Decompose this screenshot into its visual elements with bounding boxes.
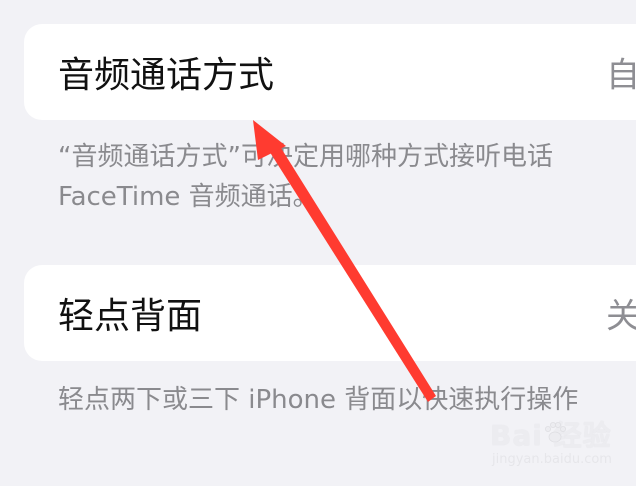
audio-call-footer-line-2: FaceTime 音频通话。 (58, 182, 319, 212)
audio-call-routing-row[interactable]: 音频通话方式 自 (24, 24, 636, 120)
accessibility-touch-settings-page: 音频通话方式 自 “音频通话方式”可决定用哪种方式接听电话 FaceTime 音… (0, 0, 636, 486)
watermark-url: jingyan.baidu.com (492, 452, 612, 467)
audio-call-routing-label: 音频通话方式 (58, 55, 275, 96)
back-tap-label: 轻点背面 (58, 296, 203, 337)
back-tap-value: 关 (606, 296, 636, 337)
back-tap-row[interactable]: 轻点背面 关 (24, 265, 636, 361)
audio-call-footer-line-1: “音频通话方式”可决定用哪种方式接听电话 (58, 142, 553, 172)
audio-call-routing-footer: “音频通话方式”可决定用哪种方式接听电话 FaceTime 音频通话。 (58, 137, 553, 217)
paw-icon (545, 422, 566, 443)
baidu-jingyan-watermark: Bai 经验 jingyan.baidu.com (486, 414, 626, 474)
audio-call-routing-value: 自 (606, 55, 636, 96)
